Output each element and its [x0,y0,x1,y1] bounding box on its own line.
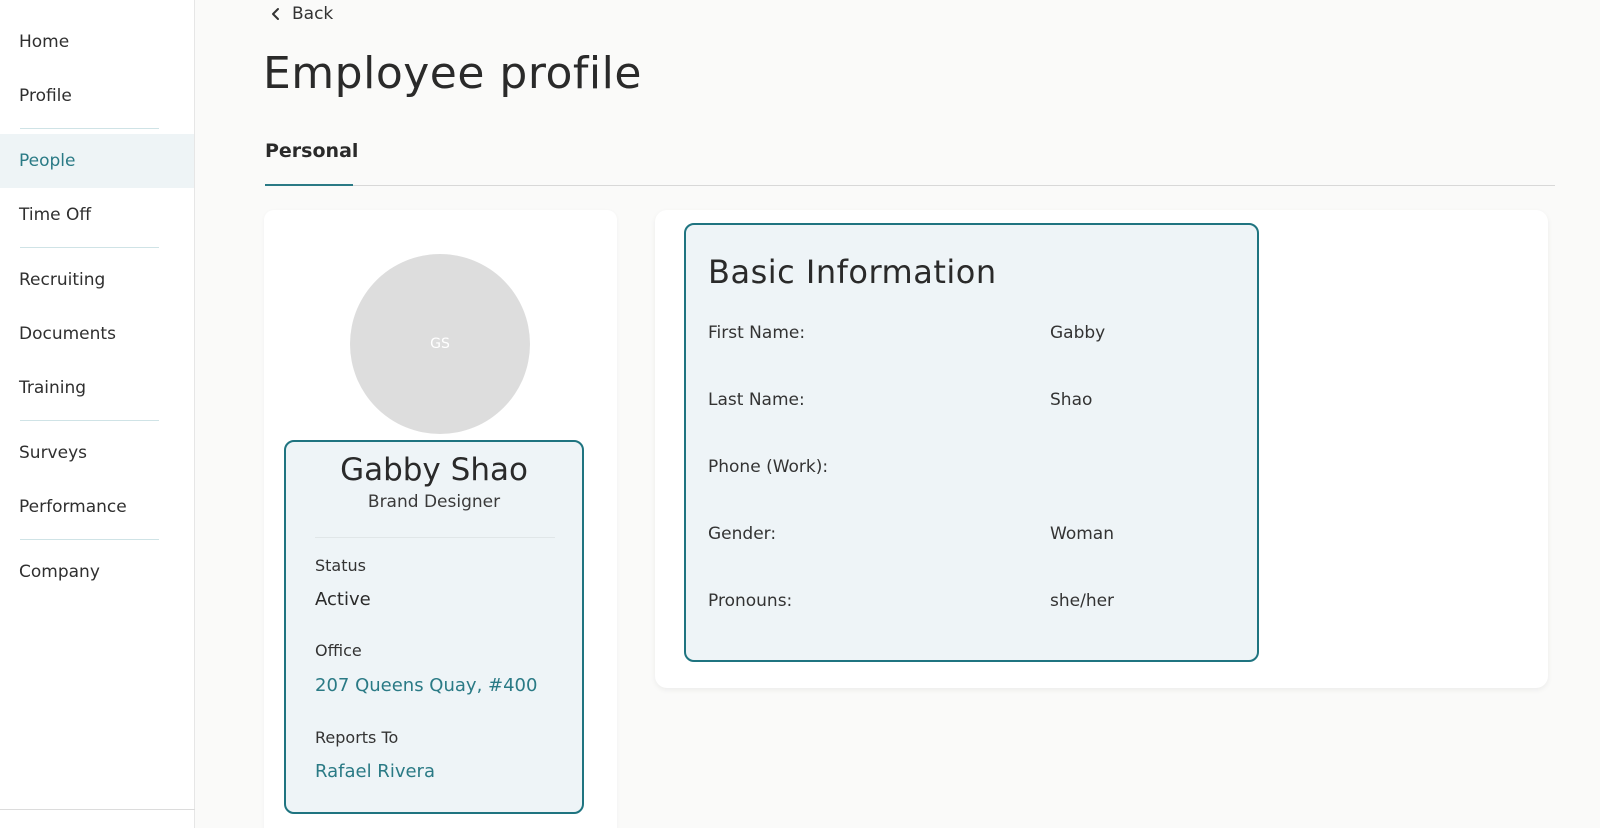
employee-role: Brand Designer [367,492,501,512]
office-label: Office [315,641,362,660]
first-name-value: Gabby [1050,323,1106,343]
avatar: GS [350,254,530,434]
office-link[interactable]: 207 Queens Quay, #400 [315,675,537,696]
back-label: Back [292,4,334,24]
sidebar: Home Profile People Time Off Recruiting … [0,0,195,828]
tab-bar: Personal [265,130,1555,186]
sidebar-divider [20,128,159,129]
page-title: Employee profile [263,48,642,99]
sidebar-item-documents[interactable]: Documents [0,307,194,361]
pronouns-value: she/her [1050,591,1115,611]
reports-to-label: Reports To [315,728,399,747]
gender-label: Gender: [708,524,777,544]
sidebar-item-time-off[interactable]: Time Off [0,188,194,242]
status-value: Active [315,589,371,610]
tab-personal[interactable]: Personal [265,140,358,186]
back-link[interactable]: Back [270,4,333,24]
sidebar-divider [20,539,159,540]
basic-information-card: Basic Information First Name: Gabby Last… [655,210,1548,688]
sidebar-item-recruiting[interactable]: Recruiting [0,253,194,307]
last-name-value: Shao [1050,390,1093,410]
first-name-label: First Name: [708,323,806,343]
basic-information-title: Basic Information [708,253,997,291]
sidebar-item-home[interactable]: Home [0,15,194,69]
profile-summary: Gabby Shao Brand Designer Status Active … [284,440,584,814]
gender-value: Woman [1050,524,1114,544]
summary-divider [315,537,555,538]
chevron-left-icon [272,8,279,20]
basic-information-box: Basic Information First Name: Gabby Last… [684,223,1259,662]
sidebar-item-profile[interactable]: Profile [0,69,194,123]
status-label: Status [315,556,366,575]
sidebar-item-people[interactable]: People [0,134,194,188]
sidebar-divider [20,420,159,421]
sidebar-item-training[interactable]: Training [0,361,194,415]
phone-work-label: Phone (Work): [708,457,829,477]
sidebar-item-company[interactable]: Company [0,545,194,599]
employee-name: Gabby Shao [340,452,528,488]
sidebar-divider [20,247,159,248]
sidebar-bottom-divider [0,809,195,810]
sidebar-item-performance[interactable]: Performance [0,480,194,534]
reports-to-link[interactable]: Rafael Rivera [315,761,435,782]
pronouns-label: Pronouns: [708,591,793,611]
last-name-label: Last Name: [708,390,805,410]
profile-card: GS Gabby Shao Brand Designer Status Acti… [264,210,617,828]
sidebar-item-surveys[interactable]: Surveys [0,426,194,480]
